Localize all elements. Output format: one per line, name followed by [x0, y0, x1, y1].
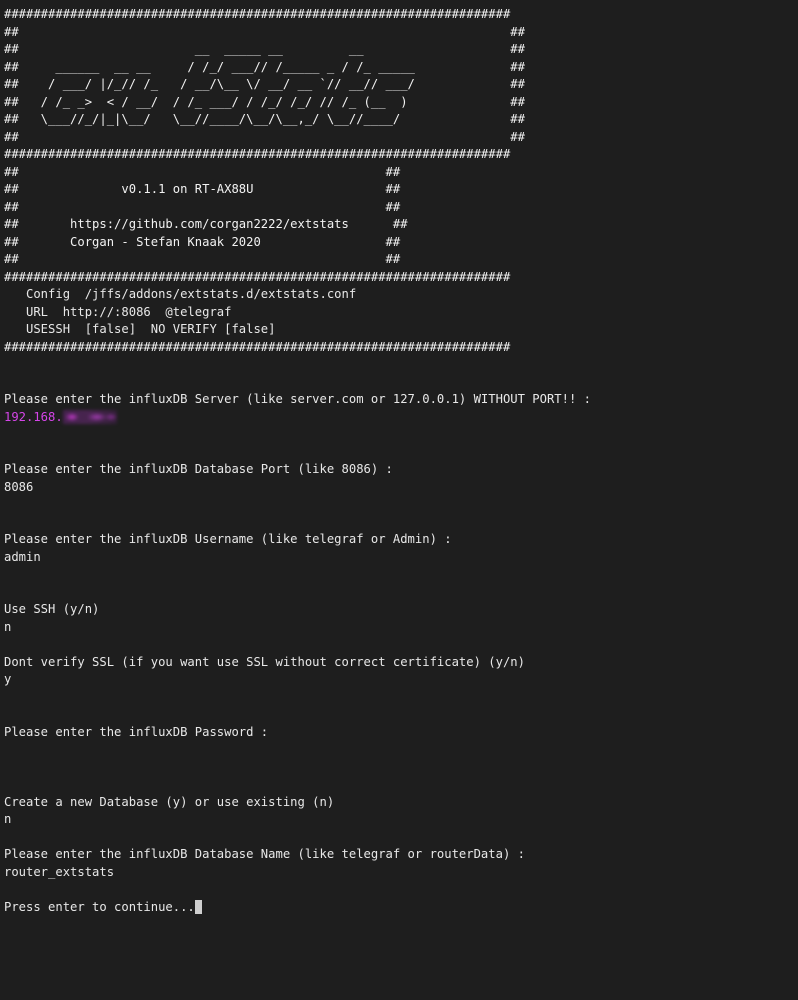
continue-label: Press enter to continue... — [4, 899, 195, 914]
banner-url-line: ## https://github.com/corgan2222/extstat… — [4, 217, 408, 231]
prompt-ssl-answer: y — [4, 672, 12, 686]
prompt-port-question: Please enter the influxDB Database Port … — [4, 462, 393, 476]
prompt-username-answer: admin — [4, 549, 41, 564]
banner-version-line: ## v0.1.1 on RT-AX88U ## — [4, 182, 401, 196]
prompt-password-answer — [4, 741, 798, 759]
config-usessh-line: USESSH [false] NO VERIFY [false] — [4, 322, 276, 336]
prompt-createdb-question: Create a new Database (y) or use existin… — [4, 794, 335, 809]
prompt-ssl-question: Dont verify SSL (if you want use SSL wit… — [4, 654, 525, 669]
banner-empty-row-1: ## ## — [4, 164, 401, 179]
server-answer-redaction — [62, 409, 117, 424]
prompt-dbname-question: Please enter the influxDB Database Name … — [4, 847, 525, 861]
prompt-continue[interactable]: Press enter to continue... — [4, 899, 798, 917]
prompt-ssh-question: Use SSH (y/n) — [4, 602, 100, 616]
banner-logo-line-2: ## ______ __ __ / /_/ ___// /_____ _ / /… — [4, 59, 525, 74]
banner-logo-line-0: ## ## — [4, 24, 525, 39]
banner-border-bottom: ########################################… — [4, 269, 511, 284]
prompt-server-answer: 192.168. — [4, 409, 798, 427]
prompt-dbname-answer: router_extstats — [4, 864, 115, 879]
banner-logo-line-4: ## / /_ _> < / __/ / /_ ___/ / /_/ /_/ /… — [4, 94, 525, 109]
prompt-username-question: Please enter the influxDB Username (like… — [4, 532, 452, 546]
config-path-line: Config /jffs/addons/extstats.d/extstats.… — [4, 287, 357, 301]
server-answer-visible: 192.168. — [4, 409, 63, 424]
prompt-ssh-answer: n — [4, 619, 12, 634]
config-border-bottom: ########################################… — [4, 339, 511, 354]
banner-author-line: ## Corgan - Stefan Knaak 2020 ## — [4, 234, 401, 249]
block-cursor — [194, 899, 203, 914]
banner-logo-line-6: ## ## — [4, 129, 525, 144]
banner-logo-line-5: ## \___//_/|_|\__/ \__//____/\__/\__,_/ … — [4, 112, 525, 126]
prompt-password-question: Please enter the influxDB Password : — [4, 724, 269, 739]
prompt-createdb-answer: n — [4, 812, 12, 826]
banner-empty-row-2: ## ## — [4, 199, 401, 214]
config-url-line: URL http://:8086 @telegraf — [4, 304, 232, 319]
banner-border-top: ########################################… — [4, 7, 511, 21]
banner-empty-row-3: ## ## — [4, 252, 401, 266]
banner-logo-line-1: ## __ _____ __ __ ## — [4, 42, 525, 56]
prompt-server-question: Please enter the influxDB Server (like s… — [4, 392, 591, 406]
terminal-window[interactable]: ########################################… — [0, 0, 798, 1000]
prompt-port-answer: 8086 — [4, 479, 34, 494]
banner-border-mid: ########################################… — [4, 147, 511, 161]
banner-logo-line-3: ## / ___/ |/_// /_ / __/\__ \/ __/ __ `/… — [4, 77, 525, 91]
